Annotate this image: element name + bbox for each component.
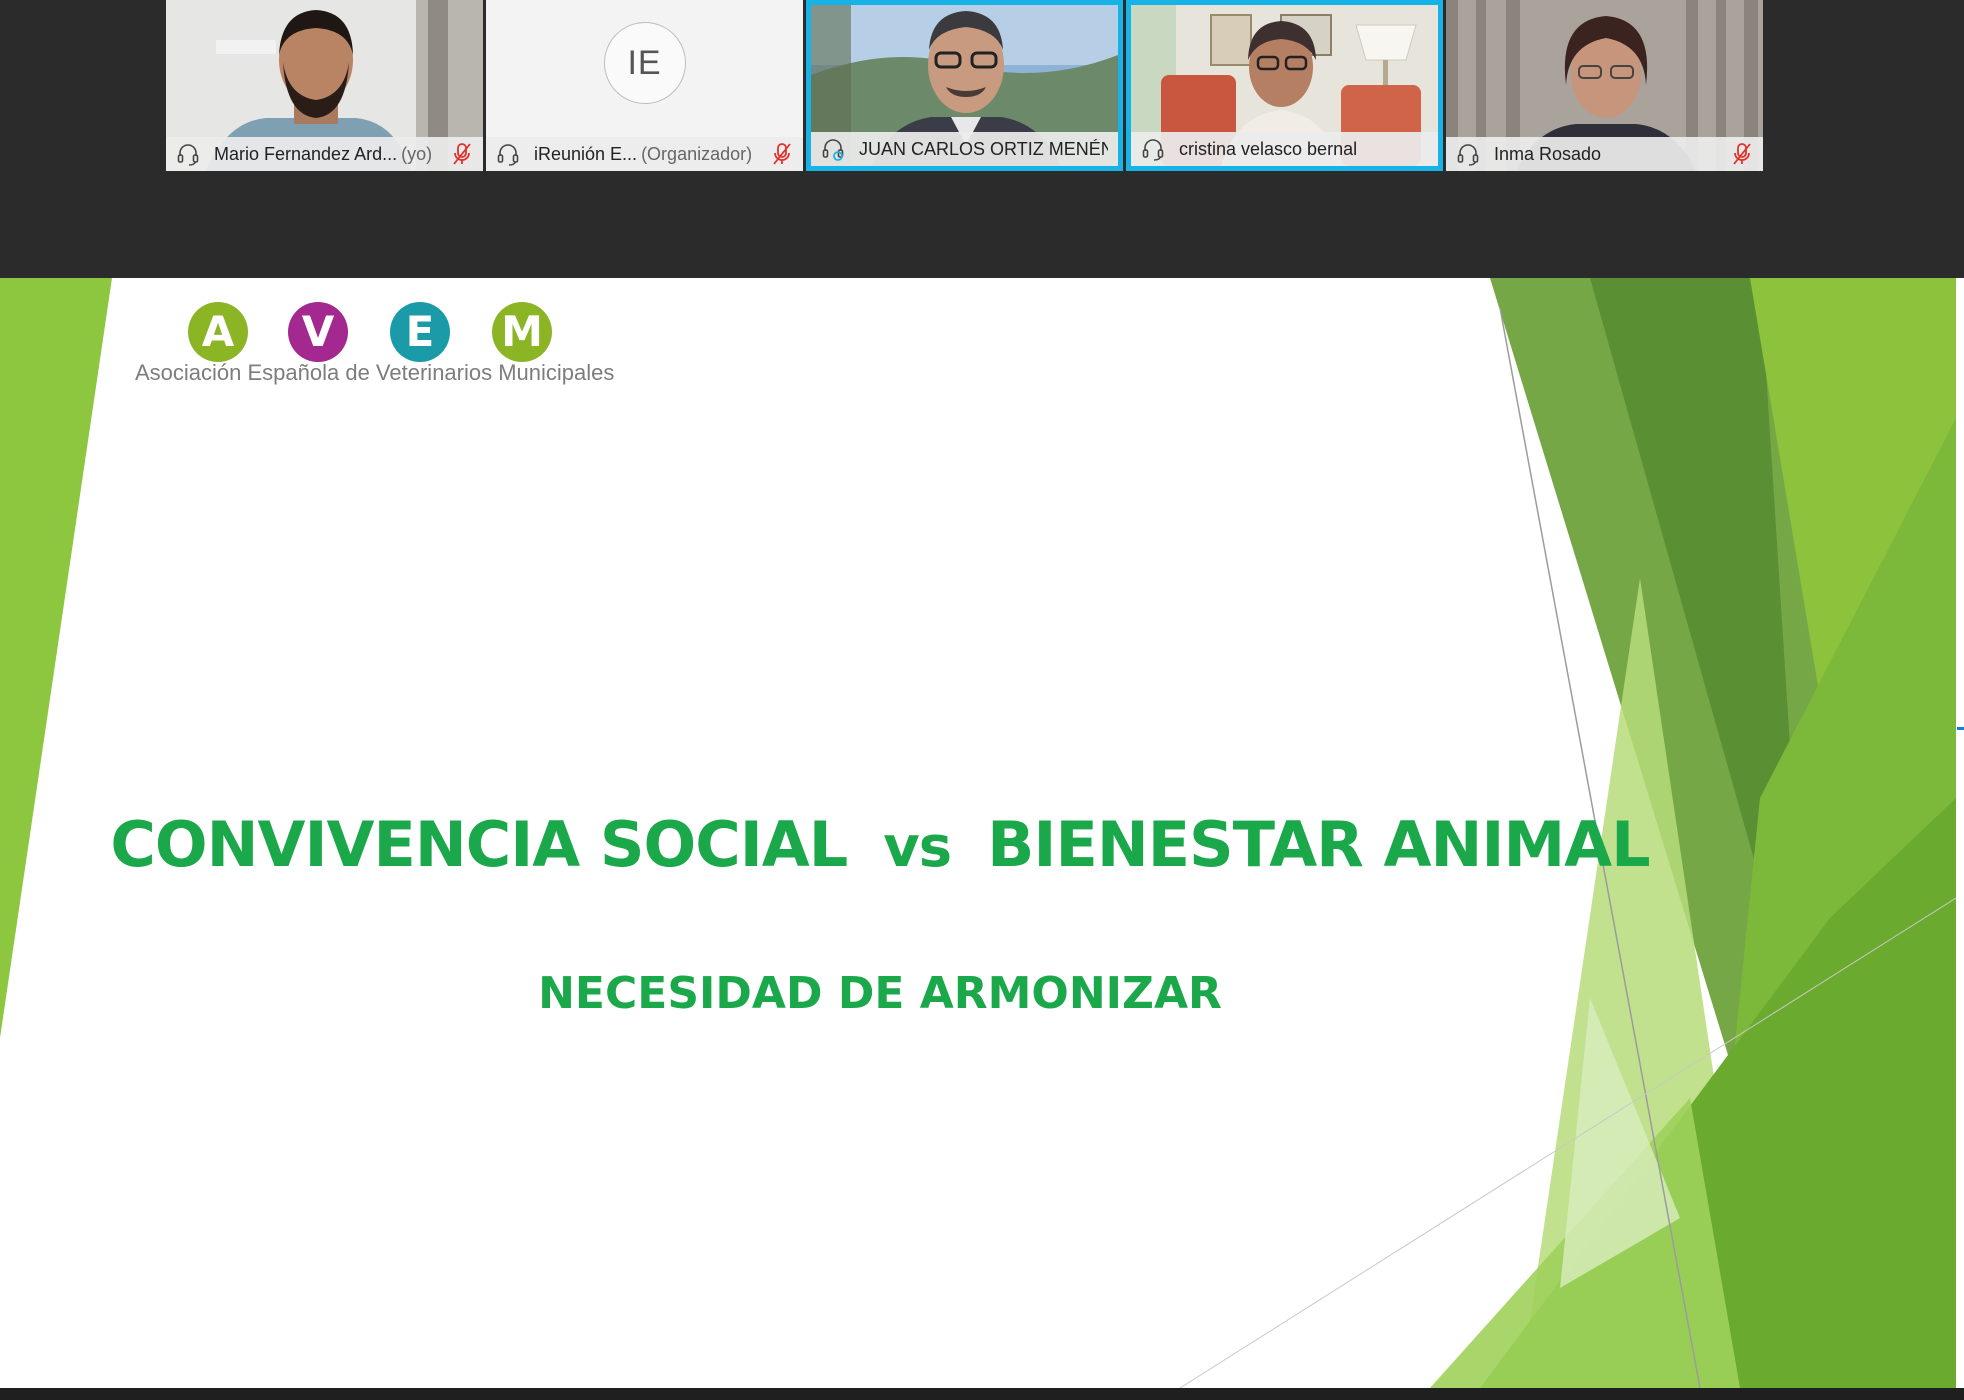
participant-name-bar: Inma Rosado <box>1446 137 1763 171</box>
participant-name: Inma Rosado <box>1494 143 1602 164</box>
logo-letter-e: E <box>406 307 435 356</box>
headset-speaking-icon <box>822 139 844 161</box>
headset-icon <box>497 144 519 166</box>
logo-letter-v: V <box>302 307 335 356</box>
slide-title-vs: vs <box>883 815 952 880</box>
microphone-muted-icon[interactable] <box>771 142 793 166</box>
logo-letter-m: M <box>501 307 543 356</box>
logo-letter-a: A <box>202 307 235 356</box>
headset-icon <box>1142 139 1164 161</box>
slide-subtitle: NECESIDAD DE ARMONIZAR <box>538 968 1222 1019</box>
microphone-muted-icon[interactable] <box>451 142 473 166</box>
microphone-muted-icon[interactable] <box>1731 142 1753 166</box>
participant-name-bar: Mario Fernandez Ard... (yo) <box>166 137 483 171</box>
organization-name: Asociación Española de Veterinarios Muni… <box>135 360 615 385</box>
window-edge <box>1956 278 1964 1388</box>
edge-indicator <box>1957 727 1964 730</box>
participant-role: (yo) <box>401 143 433 164</box>
participant-tile-active[interactable]: cristina velasco bernal <box>1126 0 1443 171</box>
participant-tile[interactable]: Mario Fernandez Ard... (yo) <box>166 0 483 171</box>
participant-name: iReunión E... <box>534 143 638 164</box>
participant-name: cristina velasco bernal <box>1179 138 1358 159</box>
headset-icon <box>1457 144 1479 166</box>
slide-title-left: CONVIVENCIA SOCIAL <box>110 808 848 881</box>
slide-title: CONVIVENCIA SOCIAL vs BIENESTAR ANIMAL <box>0 808 1760 881</box>
participant-tile[interactable]: Inma Rosado <box>1446 0 1763 171</box>
participant-role: (Organizador) <box>641 143 753 164</box>
video-gallery: Mario Fernandez Ard... (yo) IE iReunión … <box>0 0 1964 278</box>
participant-tile-active[interactable]: JUAN CARLOS ORTIZ MENÉNDEZ <box>806 0 1123 171</box>
participant-name: Mario Fernandez Ard... <box>214 143 398 164</box>
bottom-edge <box>0 1388 1964 1400</box>
participant-tile[interactable]: IE iReunión E... (Organizador) <box>486 0 803 171</box>
participant-name: JUAN CARLOS ORTIZ MENÉNDEZ <box>859 138 1108 159</box>
participant-name-bar: JUAN CARLOS ORTIZ MENÉNDEZ <box>811 132 1118 166</box>
headset-icon <box>177 144 199 166</box>
participant-avatar: IE <box>603 22 686 104</box>
participant-name-bar: iReunión E... (Organizador) <box>486 137 803 171</box>
slide-title-right: BIENESTAR ANIMAL <box>987 808 1650 881</box>
participant-name-bar: cristina velasco bernal <box>1131 132 1438 166</box>
shared-slide: A V E M Asociación Española de Veterinar… <box>0 278 1956 1388</box>
